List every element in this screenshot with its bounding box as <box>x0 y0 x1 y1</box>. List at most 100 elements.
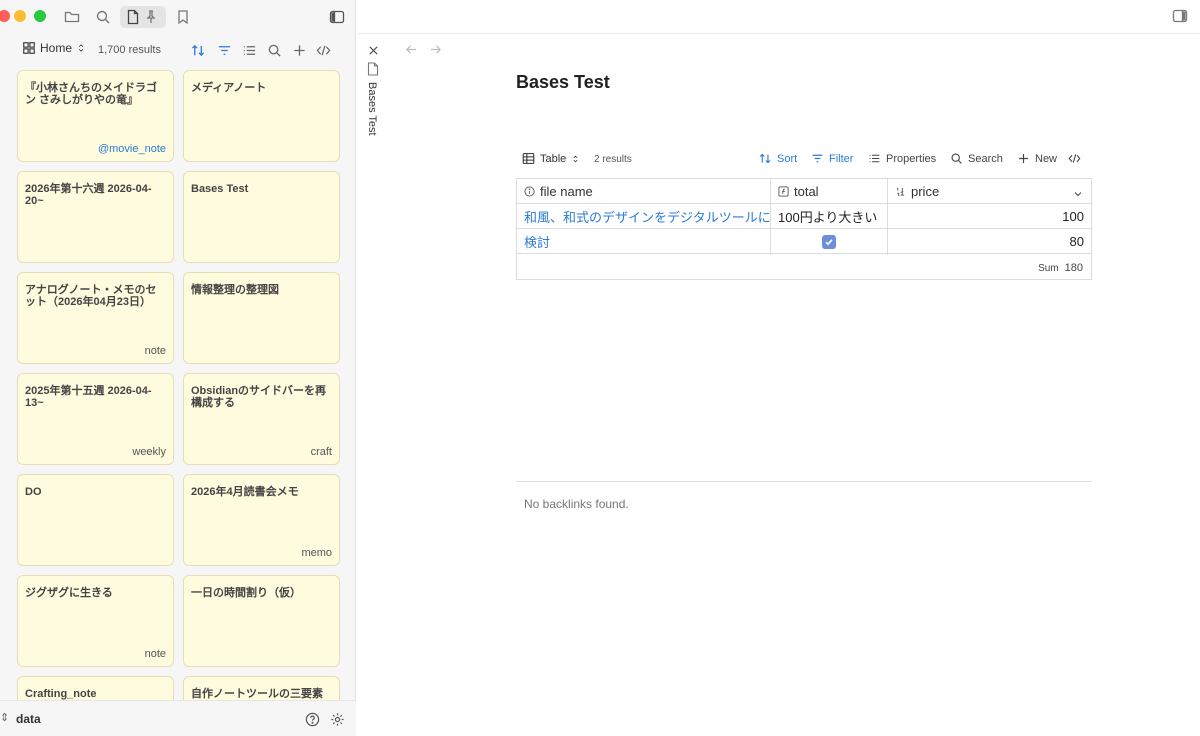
backlinks-empty-text: No backlinks found. <box>524 497 629 511</box>
note-card[interactable]: 2025年第十五週 2026-04-13~ weekly <box>17 373 174 465</box>
app-window: Home 1,700 results 『小林さんちのメイドラゴン さみしがりやの… <box>0 0 1200 736</box>
close-window-button[interactable] <box>0 10 10 22</box>
minimize-window-button[interactable] <box>14 10 26 22</box>
checkbox[interactable] <box>822 234 836 249</box>
card-tag: weekly <box>132 446 166 458</box>
chevron-updown-icon <box>573 155 578 162</box>
sort-button[interactable]: Sort <box>759 152 797 165</box>
card-title: アナログノート・メモのセット（2026年04月23日） <box>25 284 157 308</box>
note-card[interactable]: DO <box>17 474 174 566</box>
card-tag: memo <box>301 547 332 559</box>
note-card[interactable]: 一日の時間割り（仮） <box>183 575 340 667</box>
code-icon[interactable] <box>1068 152 1081 165</box>
column-header-file-name[interactable]: file name <box>517 179 770 204</box>
card-title: メディアノート <box>191 82 267 94</box>
number-icon <box>896 187 905 197</box>
zoom-window-button[interactable] <box>34 10 46 22</box>
summary-value: 180 <box>1064 262 1083 274</box>
filter-label: Filter <box>829 152 854 165</box>
properties-button[interactable]: Properties <box>868 152 936 165</box>
view-label: Table <box>540 152 567 165</box>
note-card[interactable]: 2026年第十六週 2026-04-20~ <box>17 171 174 263</box>
check-icon <box>825 238 833 245</box>
sort-label: Sort <box>777 152 798 165</box>
close-icon[interactable] <box>365 42 381 58</box>
note-card[interactable]: ジグザグに生きる note <box>17 575 174 667</box>
price-cell[interactable]: 100 <box>888 204 1091 229</box>
results-count: 1,700 results <box>98 44 161 56</box>
vertical-tab-strip: Bases Test <box>357 34 389 736</box>
search-button[interactable]: Search <box>950 152 1003 165</box>
file-icon <box>367 62 379 76</box>
chevron-updown-icon <box>78 44 84 52</box>
price-cell[interactable]: 80 <box>888 229 1091 254</box>
forward-arrow-icon[interactable] <box>426 40 444 58</box>
card-tag: note <box>144 345 166 357</box>
note-card[interactable]: Obsidianのサイドバーを再構成する craft <box>183 373 340 465</box>
plus-icon[interactable] <box>289 40 309 60</box>
back-arrow-icon[interactable] <box>402 40 420 58</box>
filter-button[interactable]: Filter <box>811 152 853 165</box>
note-card[interactable]: 情報整理の整理図 <box>183 272 340 364</box>
table-row: 検討 80 <box>517 229 1091 254</box>
grid-icon <box>23 42 35 54</box>
folder-icon[interactable] <box>61 6 83 28</box>
table-header: file name total price <box>517 179 1091 204</box>
title-bar <box>0 0 356 34</box>
gear-icon[interactable] <box>328 710 346 728</box>
note-card[interactable]: アナログノート・メモのセット（2026年04月23日） note <box>17 272 174 364</box>
card-tag: craft <box>310 446 332 458</box>
sort-icon[interactable] <box>188 40 208 60</box>
file-name-cell[interactable]: 和風、和式のデザインをデジタルツールに <box>517 204 770 229</box>
chevron-updown-icon[interactable]: ⇕ <box>0 711 9 724</box>
page-title: Bases Test <box>516 72 610 92</box>
bookmark-icon[interactable] <box>172 6 194 28</box>
search-label: Search <box>968 152 1003 165</box>
column-header-price[interactable]: price <box>888 179 1091 204</box>
new-label: New <box>1035 152 1058 165</box>
card-title: Obsidianのサイドバーを再構成する <box>191 385 327 409</box>
file-name-cell[interactable]: 検討 <box>517 229 770 254</box>
column-header-total[interactable]: total <box>771 179 887 204</box>
note-card[interactable]: Bases Test <box>183 171 340 263</box>
formula-icon <box>778 186 789 197</box>
card-title: Crafting_note <box>25 688 97 700</box>
note-card[interactable]: 自作ノートツールの三要素 <box>183 676 340 700</box>
table-view-selector[interactable]: Table <box>522 152 580 165</box>
vault-name[interactable]: data <box>16 712 41 726</box>
filter-icon[interactable] <box>214 40 234 60</box>
filter-icon <box>812 154 823 163</box>
properties-list-icon[interactable] <box>239 40 259 60</box>
note-card[interactable]: 『小林さんちのメイドラゴン さみしがりやの竜』 @movie_note <box>17 70 174 162</box>
list-icon <box>869 154 880 163</box>
right-sidebar-toggle-icon[interactable] <box>1172 8 1190 26</box>
note-card[interactable]: Crafting_note <box>17 676 174 700</box>
sidebar-toggle-icon[interactable] <box>326 6 348 28</box>
sort-icon <box>759 153 771 164</box>
summary-row[interactable]: Sum 180 <box>1038 262 1083 274</box>
plus-icon <box>1019 154 1028 163</box>
card-title: 情報整理の整理図 <box>191 284 279 296</box>
note-card[interactable]: 2026年4月読書会メモ memo <box>183 474 340 566</box>
help-icon[interactable] <box>303 710 321 728</box>
new-button[interactable]: New <box>1017 152 1057 165</box>
card-title: Bases Test <box>191 183 249 195</box>
chevron-down-icon[interactable] <box>1073 186 1083 197</box>
left-sidebar: Home 1,700 results 『小林さんちのメイドラゴン さみしがりやの… <box>0 0 356 736</box>
card-grid: 『小林さんちのメイドラゴン さみしがりやの竜』 @movie_note メディアノー… <box>0 68 356 700</box>
note-card[interactable]: メディアノート <box>183 70 340 162</box>
pin-icon[interactable] <box>140 6 162 28</box>
tab-bases-test[interactable]: Bases Test <box>366 82 378 136</box>
card-title: ジグザグに生きる <box>25 587 113 599</box>
table-icon <box>522 153 535 164</box>
search-icon[interactable] <box>264 40 284 60</box>
search-icon[interactable] <box>92 6 114 28</box>
total-cell[interactable]: 100円より大きい <box>771 204 887 229</box>
vault-bar: ⇕ data <box>0 700 356 736</box>
table-row: 和風、和式のデザインをデジタルツールに 100円より大きい 100 <box>517 204 1091 229</box>
results-count: 2 results <box>594 154 632 165</box>
card-title: DO <box>25 486 42 498</box>
view-selector[interactable]: Home <box>22 41 86 55</box>
card-tag[interactable]: @movie_note <box>98 143 166 155</box>
code-icon[interactable] <box>313 40 333 60</box>
